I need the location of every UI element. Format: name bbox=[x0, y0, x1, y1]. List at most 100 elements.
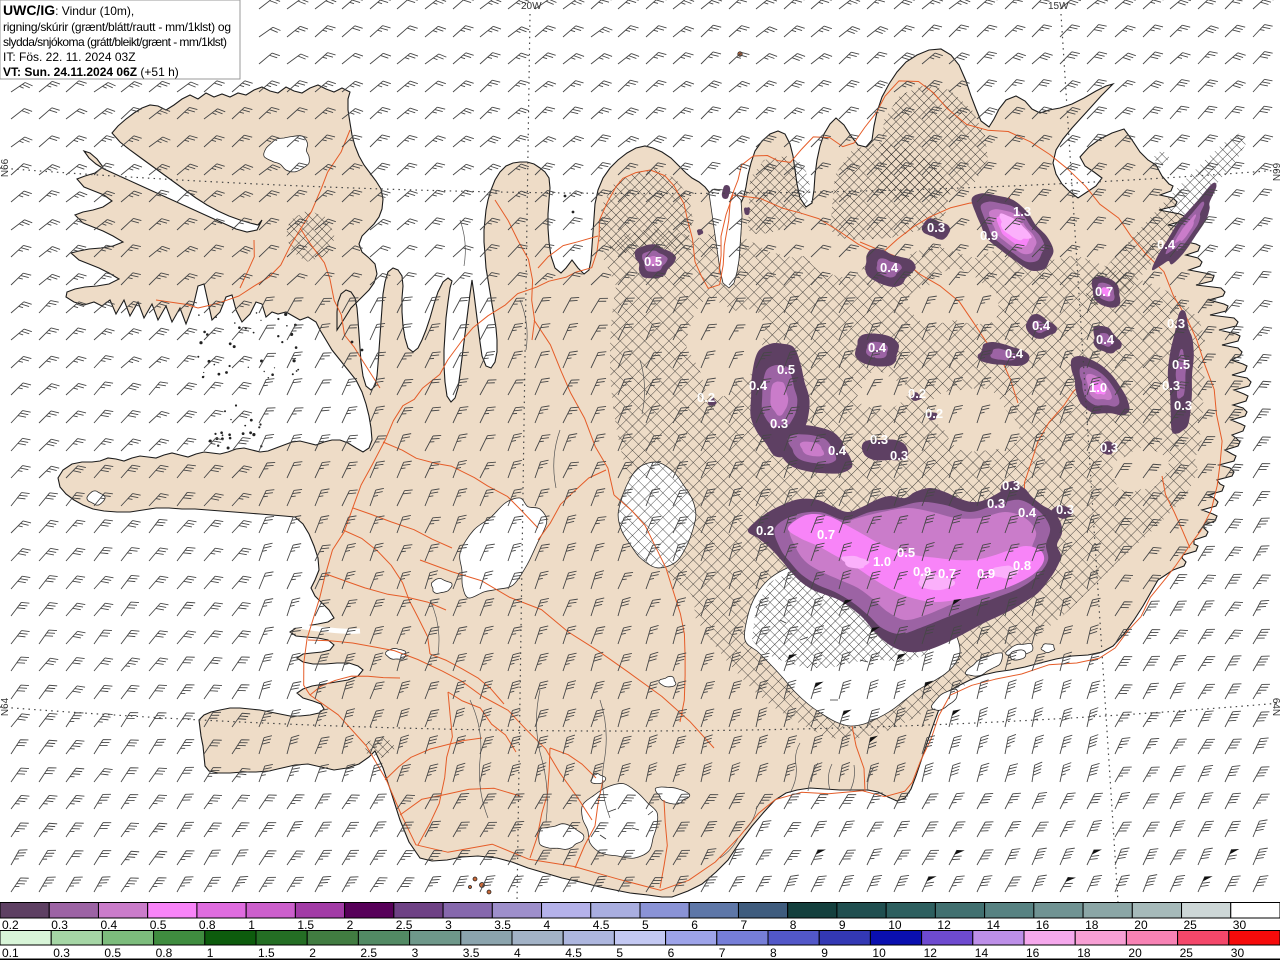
svg-text:rigning/skúrir (grænt/blátt/ra: rigning/skúrir (grænt/blátt/rautt - mm/1… bbox=[3, 20, 231, 34]
svg-text:0.4: 0.4 bbox=[1005, 346, 1024, 361]
svg-text:N64: N64 bbox=[0, 697, 11, 716]
svg-text:64N: 64N bbox=[1270, 698, 1280, 716]
svg-text:0.7: 0.7 bbox=[1095, 284, 1113, 299]
svg-text:0.3: 0.3 bbox=[890, 448, 908, 463]
svg-text:25: 25 bbox=[1180, 946, 1194, 960]
svg-text:0.2: 0.2 bbox=[925, 406, 943, 421]
svg-text:7: 7 bbox=[719, 946, 726, 960]
svg-text:9: 9 bbox=[839, 918, 846, 932]
svg-text:25: 25 bbox=[1184, 918, 1198, 932]
svg-text:0.3: 0.3 bbox=[1100, 440, 1118, 455]
svg-text:0.5: 0.5 bbox=[1172, 357, 1190, 372]
svg-text:6: 6 bbox=[691, 918, 698, 932]
svg-text:5: 5 bbox=[642, 918, 649, 932]
svg-text:5: 5 bbox=[616, 946, 623, 960]
svg-text:0.5: 0.5 bbox=[777, 362, 795, 377]
svg-text:2.5: 2.5 bbox=[360, 946, 377, 960]
svg-text:14: 14 bbox=[987, 918, 1001, 932]
svg-text:4.5: 4.5 bbox=[565, 946, 582, 960]
svg-text:30: 30 bbox=[1233, 918, 1247, 932]
svg-text:2: 2 bbox=[347, 918, 354, 932]
svg-text:2: 2 bbox=[309, 946, 316, 960]
svg-text:UWC/IG: Vindur (10m),: UWC/IG: Vindur (10m), bbox=[3, 2, 134, 18]
svg-text:0.3: 0.3 bbox=[53, 946, 70, 960]
svg-text:0.8: 0.8 bbox=[199, 918, 216, 932]
svg-text:20: 20 bbox=[1134, 918, 1148, 932]
svg-text:slydda/snjókoma (grátt/bleikt/: slydda/snjókoma (grátt/bleikt/grænt - mm… bbox=[3, 35, 227, 49]
svg-text:0.4: 0.4 bbox=[1032, 318, 1051, 333]
svg-text:0.2: 0.2 bbox=[756, 523, 774, 538]
svg-text:1.3: 1.3 bbox=[1013, 204, 1031, 219]
svg-text:12: 12 bbox=[924, 946, 938, 960]
svg-text:8: 8 bbox=[770, 946, 777, 960]
svg-text:15W: 15W bbox=[1048, 1, 1069, 12]
svg-text:0.9: 0.9 bbox=[980, 228, 998, 243]
svg-text:0.2: 0.2 bbox=[908, 386, 926, 401]
svg-text:6: 6 bbox=[668, 946, 675, 960]
svg-text:0.7: 0.7 bbox=[938, 566, 956, 581]
svg-text:18: 18 bbox=[1085, 918, 1099, 932]
svg-text:0.4: 0.4 bbox=[868, 340, 887, 355]
svg-text:0.3: 0.3 bbox=[1002, 478, 1020, 493]
svg-text:10: 10 bbox=[888, 918, 902, 932]
svg-text:0.3: 0.3 bbox=[770, 416, 788, 431]
svg-text:3: 3 bbox=[445, 918, 452, 932]
svg-text:0.3: 0.3 bbox=[1174, 398, 1192, 413]
svg-text:0.9: 0.9 bbox=[913, 564, 931, 579]
svg-text:0.3: 0.3 bbox=[1162, 378, 1180, 393]
svg-text:0.8: 0.8 bbox=[156, 946, 173, 960]
svg-text:14: 14 bbox=[975, 946, 989, 960]
svg-text:0.3: 0.3 bbox=[1056, 502, 1074, 517]
svg-text:30: 30 bbox=[1231, 946, 1245, 960]
svg-text:4.5: 4.5 bbox=[593, 918, 610, 932]
svg-text:0.4: 0.4 bbox=[749, 378, 768, 393]
svg-text:4: 4 bbox=[544, 918, 551, 932]
svg-text:0.4: 0.4 bbox=[1096, 332, 1115, 347]
svg-text:0.8: 0.8 bbox=[1013, 558, 1031, 573]
svg-text:0.3: 0.3 bbox=[51, 918, 68, 932]
svg-text:18: 18 bbox=[1077, 946, 1091, 960]
svg-text:0.3: 0.3 bbox=[870, 432, 888, 447]
svg-text:9: 9 bbox=[821, 946, 828, 960]
svg-text:4: 4 bbox=[514, 946, 521, 960]
svg-text:1.0: 1.0 bbox=[873, 554, 891, 569]
svg-text:0.1: 0.1 bbox=[2, 946, 19, 960]
svg-text:1.5: 1.5 bbox=[297, 918, 314, 932]
svg-text:0.5: 0.5 bbox=[897, 545, 915, 560]
svg-text:0.5: 0.5 bbox=[104, 946, 121, 960]
svg-text:VT: Sun. 24.11.2024 06Z (+51 h: VT: Sun. 24.11.2024 06Z (+51 h) bbox=[3, 65, 179, 79]
svg-text:10: 10 bbox=[872, 946, 886, 960]
svg-text:3.5: 3.5 bbox=[494, 918, 511, 932]
svg-text:1: 1 bbox=[207, 946, 214, 960]
svg-text:0.9: 0.9 bbox=[977, 566, 995, 581]
svg-text:3: 3 bbox=[412, 946, 419, 960]
svg-text:8: 8 bbox=[790, 918, 797, 932]
svg-text:0.5: 0.5 bbox=[644, 254, 662, 269]
svg-text:0.3: 0.3 bbox=[987, 496, 1005, 511]
svg-text:0.5: 0.5 bbox=[150, 918, 167, 932]
svg-text:16: 16 bbox=[1026, 946, 1040, 960]
svg-text:0.7: 0.7 bbox=[817, 527, 835, 542]
svg-text:3.5: 3.5 bbox=[463, 946, 480, 960]
svg-text:1.0: 1.0 bbox=[1089, 380, 1107, 395]
svg-text:2.5: 2.5 bbox=[396, 918, 413, 932]
svg-text:16: 16 bbox=[1036, 918, 1050, 932]
svg-text:0.4: 0.4 bbox=[1157, 237, 1176, 252]
svg-text:0.4: 0.4 bbox=[828, 443, 847, 458]
svg-text:1.5: 1.5 bbox=[258, 946, 275, 960]
svg-text:7: 7 bbox=[741, 918, 748, 932]
svg-text:0.4: 0.4 bbox=[1018, 505, 1037, 520]
svg-text:0.3: 0.3 bbox=[1167, 316, 1185, 331]
svg-text:12: 12 bbox=[937, 918, 951, 932]
svg-text:0.2: 0.2 bbox=[697, 390, 715, 405]
svg-text:IT: Fös. 22. 11. 2024 03Z: IT: Fös. 22. 11. 2024 03Z bbox=[3, 50, 136, 64]
svg-text:1: 1 bbox=[248, 918, 255, 932]
svg-text:0.4: 0.4 bbox=[880, 260, 899, 275]
svg-text:20: 20 bbox=[1128, 946, 1142, 960]
svg-text:0.4: 0.4 bbox=[101, 918, 118, 932]
svg-text:0.2: 0.2 bbox=[2, 918, 19, 932]
svg-text:66N: 66N bbox=[1270, 163, 1280, 181]
svg-text:20W: 20W bbox=[521, 1, 542, 12]
svg-text:0.3: 0.3 bbox=[927, 220, 945, 235]
svg-text:N66: N66 bbox=[0, 158, 11, 177]
